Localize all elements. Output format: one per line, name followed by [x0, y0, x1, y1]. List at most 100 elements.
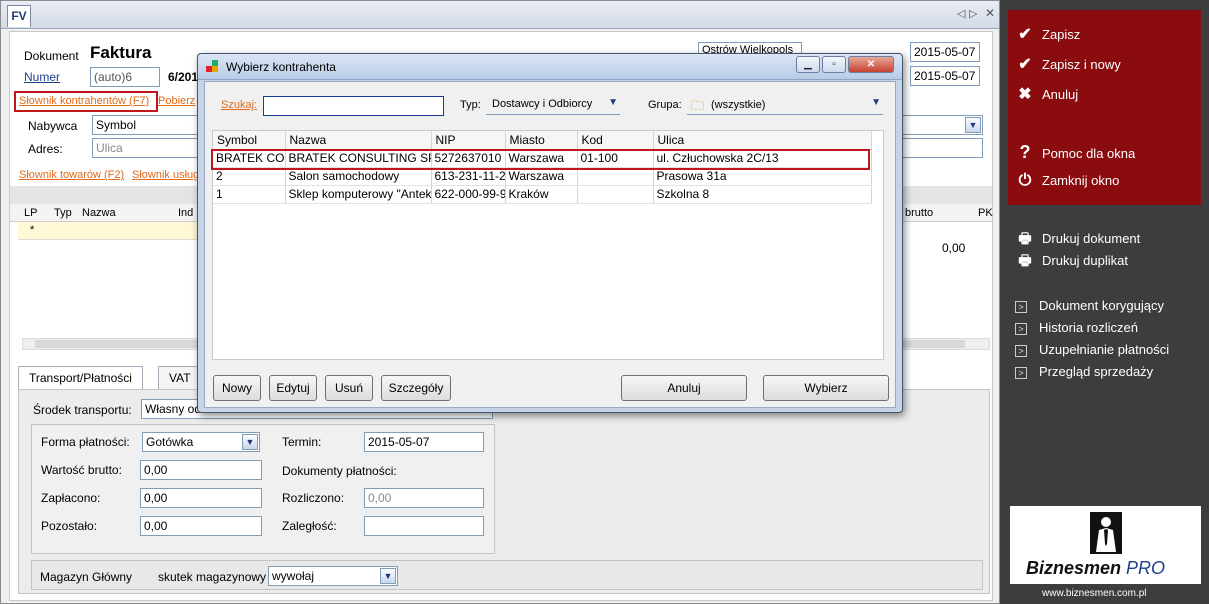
- chevron-down-icon[interactable]: ▼: [965, 117, 981, 133]
- wartosc-brutto-field[interactable]: 0,00: [140, 460, 262, 480]
- website-url[interactable]: www.biznesmen.com.pl: [1042, 588, 1146, 599]
- date-field-1[interactable]: 2015-05-07: [910, 42, 980, 62]
- zaplacono-label: Zapłacono:: [41, 491, 101, 505]
- col-miasto[interactable]: Miasto: [505, 131, 578, 150]
- chevron-right-icon: >: [1015, 300, 1027, 313]
- brand-pro: PRO: [1126, 558, 1166, 578]
- drukuj-dokument-label: Drukuj dokument: [1042, 231, 1141, 246]
- search-input[interactable]: [263, 96, 444, 116]
- cell-symbol: 1: [213, 185, 286, 204]
- col-symbol[interactable]: Symbol: [213, 131, 286, 150]
- magazyn-label: Magazyn Główny: [40, 570, 133, 584]
- skutek-magazynowy-select[interactable]: wywołaj ▼: [268, 566, 398, 586]
- tab-scroll-left-icon[interactable]: ◁: [957, 7, 965, 20]
- anuluj-dialog-button[interactable]: Anuluj: [621, 375, 747, 401]
- slownik-uslug-link[interactable]: Słownik usług: [132, 169, 199, 181]
- zamknij-okno-button[interactable]: ⏻ Zamknij okno: [1014, 172, 1120, 190]
- dokumenty-platnosci-label: Dokumenty płatności:: [282, 464, 397, 478]
- przeglad-sprzedazy-link[interactable]: > Przegląd sprzedaży: [1015, 364, 1153, 379]
- zamknij-label: Zamknij okno: [1042, 173, 1120, 188]
- chevron-down-icon[interactable]: ▼: [380, 568, 396, 584]
- chevron-down-icon[interactable]: ▼: [242, 434, 258, 450]
- grupa-label: Grupa:: [648, 99, 682, 111]
- close-button[interactable]: ✕: [848, 56, 894, 73]
- minimize-button[interactable]: ▁: [796, 56, 820, 73]
- grupa-select[interactable]: 🗀 (wszystkie) ▼: [687, 95, 883, 115]
- date-field-2[interactable]: 2015-05-07: [910, 66, 980, 86]
- chevron-down-icon[interactable]: ▼: [608, 97, 618, 108]
- chevron-down-icon[interactable]: ▼: [871, 97, 881, 108]
- nabywca-label: Nabywca: [28, 119, 78, 133]
- app-icon: [206, 60, 218, 72]
- col-lp[interactable]: LP: [24, 207, 37, 219]
- drukuj-duplikat-label: Drukuj duplikat: [1042, 253, 1128, 268]
- col-kod[interactable]: Kod: [577, 131, 654, 150]
- grupa-value: (wszystkie): [711, 99, 766, 111]
- payment-box: Forma płatności: Gotówka ▼ Termin: 2015-…: [31, 424, 495, 554]
- select-contractor-dialog: Wybierz kontrahenta ▁ ▫ ✕ Szukaj: Typ: D…: [197, 53, 903, 413]
- col-ind[interactable]: Ind: [178, 207, 193, 219]
- tab-fv[interactable]: FV: [7, 5, 31, 27]
- numer-suffix: 6/201: [168, 70, 199, 84]
- tab-scroll-right-icon[interactable]: ▷: [969, 7, 977, 20]
- help-icon: ?: [1019, 142, 1031, 162]
- col-nazwa[interactable]: Nazwa: [285, 131, 432, 150]
- adres-field-right[interactable]: [903, 138, 983, 158]
- zaleglosc-field[interactable]: [364, 516, 484, 536]
- cell-kod: [577, 185, 654, 204]
- col-nip[interactable]: NIP: [431, 131, 506, 150]
- szukaj-label: Szukaj:: [221, 99, 258, 111]
- grid-header-row: Symbol Nazwa NIP Miasto Kod Ulica: [213, 131, 872, 150]
- zaplacono-field[interactable]: 0,00: [140, 488, 262, 508]
- pomoc-button[interactable]: ? Pomoc dla okna: [1014, 142, 1136, 163]
- drukuj-duplikat-button[interactable]: 🖶 Drukuj duplikat: [1014, 250, 1128, 274]
- col-typ[interactable]: Typ: [54, 207, 72, 219]
- zapisz-button[interactable]: ✔ Zapisz: [1014, 24, 1080, 44]
- forma-platnosci-label: Forma płatności:: [41, 435, 130, 449]
- termin-label: Termin:: [282, 435, 322, 449]
- dialog-titlebar[interactable]: Wybierz kontrahenta ▁ ▫ ✕: [198, 54, 902, 80]
- tab-vat[interactable]: VAT: [158, 366, 202, 390]
- brand-name: Biznesmen: [1026, 558, 1122, 578]
- edytuj-button[interactable]: Edytuj: [269, 375, 317, 401]
- col-pk[interactable]: PK: [978, 207, 993, 219]
- check-plus-icon: ✔: [1018, 56, 1032, 73]
- forma-platnosci-select[interactable]: Gotówka ▼: [142, 432, 260, 452]
- primary-actions-panel: ✔ Zapisz ✔ Zapisz i nowy ✖ Anuluj ? Pomoc dl…: [1008, 10, 1201, 205]
- usun-button[interactable]: Usuń: [325, 375, 373, 401]
- numer-field[interactable]: (auto)6: [90, 67, 160, 87]
- nowy-button[interactable]: Nowy: [213, 375, 261, 401]
- dokument-korygujacy-link[interactable]: > Dokument korygujący: [1015, 298, 1164, 313]
- items-grid-new-row[interactable]: *: [18, 222, 200, 240]
- anuluj-button[interactable]: ✖ Anuluj: [1014, 84, 1078, 104]
- zapisz-label: Zapisz: [1042, 27, 1081, 42]
- warehouse-bar: Magazyn Główny skutek magazynowy wywołaj…: [31, 560, 983, 590]
- drukuj-dokument-button[interactable]: 🖶 Drukuj dokument: [1014, 228, 1140, 252]
- szczegoly-button[interactable]: Szczegóły: [381, 375, 451, 401]
- maximize-button[interactable]: ▫: [822, 56, 846, 73]
- cell-nazwa: Sklep komputerowy "Antek": [285, 185, 432, 204]
- power-icon: ⏻: [1018, 172, 1032, 189]
- adres-field[interactable]: Ulica: [92, 138, 200, 158]
- tab-transport-platnosci[interactable]: Transport/Płatności: [18, 366, 143, 390]
- nabywca-field[interactable]: Symbol: [92, 115, 200, 135]
- typ-select[interactable]: Dostawcy i Odbiorcy ▼: [486, 95, 620, 115]
- pozostalo-field[interactable]: 0,00: [140, 516, 262, 536]
- tab-close-icon[interactable]: ✕: [985, 6, 995, 20]
- uzupelnianie-platnosci-link[interactable]: > Uzupełnianie płatności: [1015, 342, 1169, 357]
- col-nazwa[interactable]: Nazwa: [82, 207, 116, 219]
- cell-ulica: Szkolna 8: [653, 185, 872, 204]
- col-ulica[interactable]: Ulica: [653, 131, 872, 150]
- col-brutto[interactable]: brutto: [905, 207, 933, 219]
- zapisz-i-nowy-button[interactable]: ✔ Zapisz i nowy: [1014, 54, 1120, 74]
- numer-link[interactable]: Numer: [24, 70, 60, 84]
- rozliczono-label: Rozliczono:: [282, 491, 345, 505]
- nabywca-combo[interactable]: ▼: [903, 115, 983, 135]
- termin-field[interactable]: 2015-05-07: [364, 432, 484, 452]
- historia-rozliczen-link[interactable]: > Historia rozliczeń: [1015, 320, 1138, 335]
- pobierz-link[interactable]: Pobierz: [158, 95, 195, 107]
- wybierz-button[interactable]: Wybierz: [763, 375, 889, 401]
- slownik-kontrahentow-link[interactable]: Słownik kontrahentów (F7): [19, 95, 149, 107]
- slownik-towarow-link[interactable]: Słownik towarów (F2): [19, 169, 124, 181]
- table-row[interactable]: 1 Sklep komputerowy "Antek" 622-000-99-9…: [213, 185, 872, 204]
